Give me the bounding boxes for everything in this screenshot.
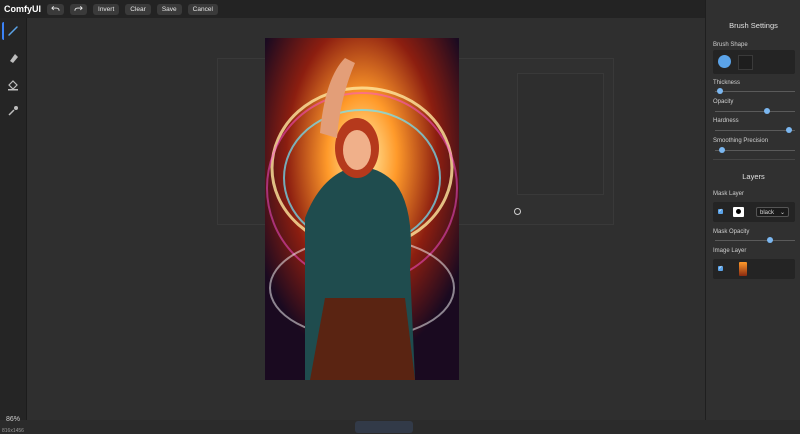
brush-shape-label: Brush Shape — [713, 42, 748, 48]
brush-tool[interactable] — [2, 22, 22, 40]
top-toolbar: ComfyUI Invert Clear Save Cancel — [0, 0, 705, 18]
layers-title: Layers — [742, 172, 765, 181]
slider-knob[interactable] — [766, 237, 773, 243]
background-button-ghost — [355, 421, 413, 433]
settings-panel: Brush Settings Brush Shape Thickness Opa… — [705, 0, 800, 420]
opacity-slider[interactable] — [715, 108, 795, 114]
slider-knob[interactable] — [717, 88, 724, 94]
brush-shape-selector — [713, 50, 795, 74]
undo-button[interactable] — [47, 3, 65, 15]
brush-settings-title: Brush Settings — [729, 21, 778, 30]
cancel-button[interactable]: Cancel — [187, 3, 218, 15]
mask-layer-label: Mask Layer — [713, 191, 745, 197]
eraser-tool[interactable] — [4, 49, 22, 67]
thickness-label: Thickness — [713, 80, 741, 86]
slider-knob[interactable] — [763, 108, 770, 114]
color-picker-icon — [8, 106, 18, 116]
mask-opacity-label: Mask Opacity — [713, 229, 750, 235]
image-layer-row: ✓ — [713, 259, 795, 279]
paint-bucket-icon — [8, 80, 18, 91]
hardness-label: Hardness — [713, 118, 739, 124]
mask-layer-row: ✓ black ⌄ — [713, 202, 795, 222]
slider-knob[interactable] — [786, 127, 793, 133]
mask-layer-checkbox[interactable]: ✓ — [718, 209, 723, 214]
color-picker-tool[interactable] — [4, 102, 22, 120]
app-logo: ComfyUI — [4, 4, 42, 14]
invert-button[interactable]: Invert — [93, 3, 120, 15]
opacity-label: Opacity — [713, 99, 734, 105]
clear-button[interactable]: Clear — [125, 3, 151, 15]
tool-sidebar: 86% 816x1456 — [0, 18, 27, 434]
image-layer-label: Image Layer — [713, 248, 747, 254]
undo-icon — [51, 5, 60, 11]
thickness-slider[interactable] — [715, 88, 795, 94]
background-node-ghost — [517, 73, 604, 195]
mask-blend-value: black — [760, 210, 775, 216]
image-thumbnail — [739, 262, 747, 276]
image-dimensions: 816x1456 — [2, 428, 24, 434]
chevron-down-icon: ⌄ — [779, 210, 785, 216]
redo-button[interactable] — [70, 3, 88, 15]
mask-blend-select[interactable]: black ⌄ — [756, 207, 789, 217]
paint-bucket-tool[interactable] — [4, 76, 22, 94]
circle-shape-option[interactable] — [718, 55, 731, 68]
save-button[interactable]: Save — [156, 3, 182, 15]
image-layer-checkbox[interactable]: ✓ — [718, 266, 723, 271]
brush-icon — [8, 26, 18, 36]
brush-cursor — [514, 208, 521, 215]
section-divider — [713, 159, 795, 160]
mask-opacity-slider[interactable] — [715, 237, 795, 243]
image-content — [265, 38, 459, 380]
eraser-icon — [10, 54, 18, 63]
edit-image[interactable] — [265, 38, 459, 380]
smoothing-slider[interactable] — [715, 147, 795, 153]
mask-thumbnail — [733, 207, 744, 217]
hardness-slider[interactable] — [715, 127, 795, 133]
slider-knob[interactable] — [719, 147, 726, 153]
redo-icon — [74, 5, 83, 11]
square-shape-option[interactable] — [738, 55, 753, 70]
smoothing-label: Smoothing Precision — [713, 138, 769, 144]
